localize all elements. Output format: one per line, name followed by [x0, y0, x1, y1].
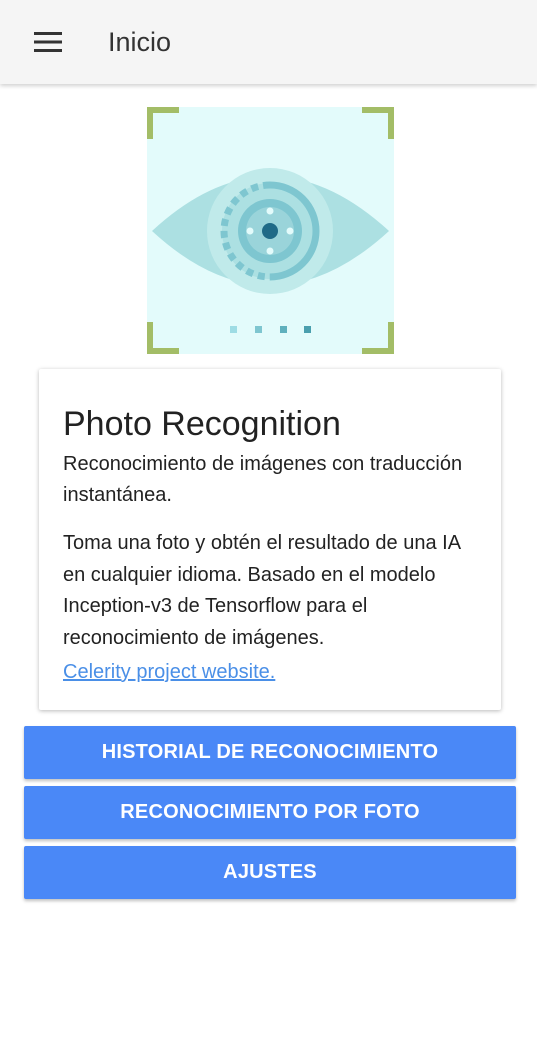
- menu-button[interactable]: [22, 20, 74, 64]
- settings-button[interactable]: AJUSTES: [24, 846, 516, 899]
- card-description: Toma una foto y obtén el resultado de un…: [63, 532, 460, 649]
- card-title: Photo Recognition: [63, 405, 341, 443]
- project-website-link[interactable]: Celerity project website.: [63, 657, 275, 687]
- card-subtitle: Reconocimiento de imágenes con traducció…: [63, 453, 463, 506]
- eye-scan-icon: [147, 107, 394, 354]
- photo-recognition-button[interactable]: RECONOCIMIENTO POR FOTO: [24, 786, 516, 839]
- menu-icon: [34, 32, 62, 52]
- page-title: Inicio: [108, 27, 172, 57]
- recognition-history-button[interactable]: HISTORIAL DE RECONOCIMIENTO: [24, 726, 516, 779]
- top-app-bar: Inicio: [0, 0, 537, 84]
- hero-image: [147, 107, 394, 354]
- app-screen: Inicio Photo Recognition Reconocimiento …: [0, 0, 537, 1044]
- info-card: Photo Recognition Reconocimiento de imág…: [39, 369, 501, 710]
